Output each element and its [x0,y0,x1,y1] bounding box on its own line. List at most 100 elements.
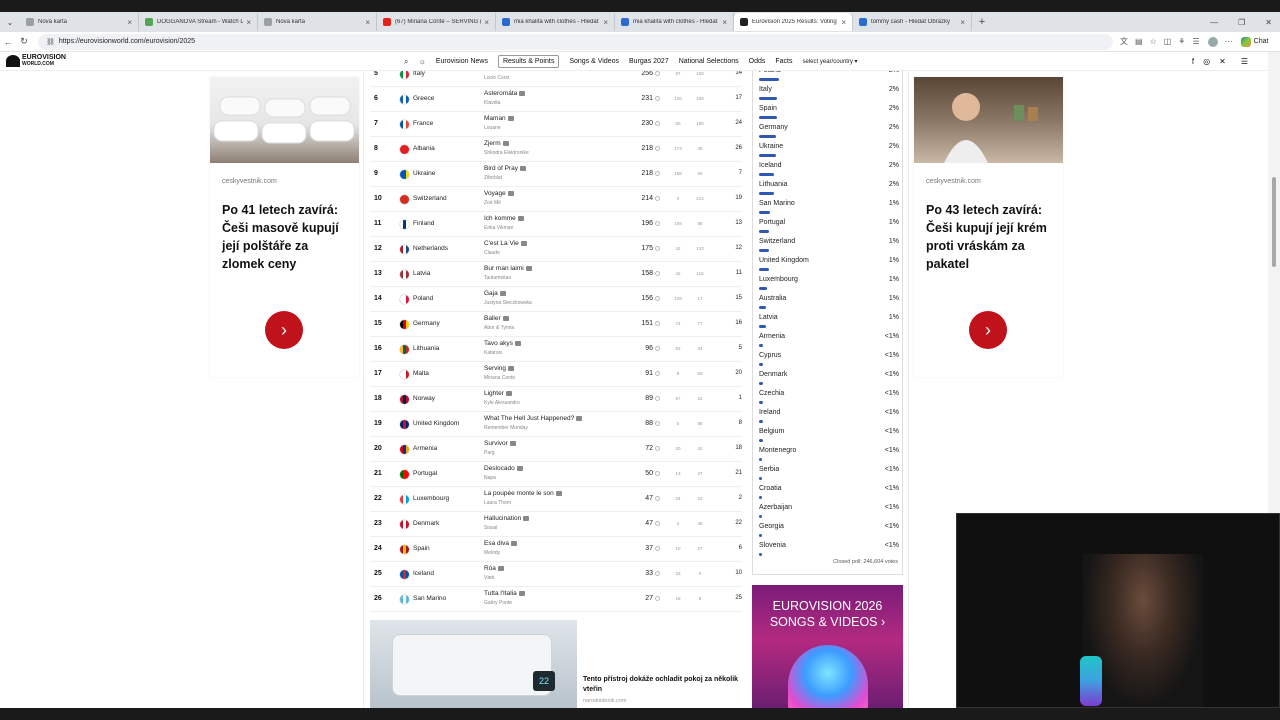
country-name[interactable]: Portugal [413,470,437,477]
country-name[interactable]: Greece [413,95,434,102]
tab-close-icon[interactable]: × [484,18,489,27]
minimize-icon[interactable]: — [1210,18,1218,27]
country-name[interactable]: Luxembourg [413,495,449,502]
ad-left[interactable]: ceskyvestnik.com Po 41 letech zavírá: Če… [210,77,359,377]
split-screen-icon[interactable]: ◫ [1164,37,1172,46]
points-info-icon[interactable] [655,96,660,101]
table-row[interactable]: 9 Ukraine Bird of Pray Ziferblat 218 158 60 7 [370,162,742,187]
table-row[interactable]: 16 Lithuania Tavo akys Katarsis 96 62 34 5 [370,337,742,362]
browser-tab[interactable]: tommy cash - Hledat Obrázky × [853,13,972,31]
points-info-icon[interactable] [655,396,660,401]
song-title[interactable]: Zjerm [484,140,509,147]
menu-item[interactable]: Songs & Videos [569,58,619,65]
video-icon[interactable] [518,590,525,596]
points-info-icon[interactable] [655,571,660,576]
country-name[interactable]: Armenia [413,445,437,452]
points-info-icon[interactable] [655,221,660,226]
tab-close-icon[interactable]: × [127,18,132,27]
songs-videos-promo[interactable]: EUROVISION 2026 SONGS & VIDEOS › [752,585,903,708]
song-title[interactable]: Esa diva [484,540,517,547]
table-row[interactable]: 19 United Kingdom What The Hell Just Happe… [370,412,742,437]
menu-item[interactable]: Burgas 2027 [629,58,669,65]
ad-right-headline[interactable]: Po 43 letech zavírá: Češi kupují její kr… [926,201,1051,273]
video-icon[interactable] [505,390,512,396]
points-info-icon[interactable] [655,146,660,151]
points-info-icon[interactable] [655,496,660,501]
scrollbar-thumb[interactable] [1272,177,1276,267]
video-icon[interactable] [507,190,514,196]
song-title[interactable]: Bur man laimi [484,265,532,272]
hamburger-menu-icon[interactable]: ☰ [1241,57,1248,66]
points-info-icon[interactable] [655,71,660,76]
points-info-icon[interactable] [655,471,660,476]
table-row[interactable]: 17 Malta Serving Miriana Conte 91 8 83 20 [370,362,742,387]
points-info-icon[interactable] [655,296,660,301]
country-name[interactable]: France [413,120,433,127]
instagram-icon[interactable]: ◎ [1203,57,1210,66]
browser-tab[interactable]: Eurovision 2025 Results: Voting & × [734,13,853,31]
translate-icon[interactable]: 文 [1120,36,1128,47]
table-row[interactable]: 18 Norway Lighter Kyle Alessandro 89 67 22 1 [370,387,742,412]
table-row[interactable]: 11 Finland Ich komme Erika Vikman 196 108 88 13 [370,212,742,237]
video-icon[interactable] [555,490,562,496]
video-icon[interactable] [502,315,509,321]
points-info-icon[interactable] [655,121,660,126]
close-window-icon[interactable]: ✕ [1265,18,1272,27]
reload-icon[interactable]: ↻ [16,36,32,47]
song-title[interactable]: Deslocado [484,465,523,472]
song-title[interactable]: Survivor [484,440,516,447]
table-row[interactable]: 5 Italy Volevo essere un duro Lucio Corsi 25… [370,71,742,87]
points-info-icon[interactable] [655,596,660,601]
song-title[interactable]: What The Hell Just Happened? [484,415,583,422]
tab-close-icon[interactable]: × [365,18,370,27]
table-row[interactable]: 12 Netherlands C'est La Vie Claude 175 42 133 1… [370,237,742,262]
copilot-chat-button[interactable]: Chat [1240,36,1268,47]
song-title[interactable]: Lighter [484,390,512,397]
song-title[interactable]: Volevo essere un duro [484,71,557,72]
promo2-line2[interactable]: SONGS & VIDEOS › [752,614,903,630]
country-name[interactable]: Ukraine [413,170,435,177]
ad-left-arrow-button[interactable]: › [265,311,303,349]
menu-item[interactable]: Odds [749,58,766,65]
video-icon[interactable] [519,165,526,171]
menu-item[interactable]: National Selections [679,58,739,65]
tab-close-icon[interactable]: × [841,18,846,27]
points-info-icon[interactable] [655,321,660,326]
profile-avatar[interactable] [1207,36,1218,47]
video-icon[interactable] [523,515,530,521]
back-icon[interactable]: ← [0,37,16,47]
browser-tab[interactable]: DOGGANOVA Stream - Watch Liv × [139,13,258,31]
tab-close-icon[interactable]: × [246,18,251,27]
table-row[interactable]: 26 San Marino Tutta l'Italia Gabry Ponte 27 1… [370,587,742,612]
table-row[interactable]: 14 Poland Gaja Justyna Steczkowska 156 139 17 1… [370,287,742,312]
ad-left-headline[interactable]: Po 41 letech zavírá: Češi masově kupují … [222,201,347,273]
points-info-icon[interactable] [655,546,660,551]
maximize-icon[interactable]: ❐ [1238,18,1245,27]
points-info-icon[interactable] [655,446,660,451]
site-logo[interactable]: EUROVISION WORLD.COM [6,54,66,67]
video-icon[interactable] [508,365,515,371]
song-title[interactable]: Serving [484,365,515,372]
table-row[interactable]: 25 Iceland Róa Væb 33 33 0 10 [370,562,742,587]
song-title[interactable]: Voyage [484,190,514,197]
video-icon[interactable] [519,90,526,96]
country-name[interactable]: Finland [413,220,434,227]
points-info-icon[interactable] [655,421,660,426]
song-title[interactable]: Tutta l'Italia [484,590,525,597]
country-name[interactable]: Malta [413,370,429,377]
song-title[interactable]: Róa [484,565,504,572]
song-title[interactable]: Asteromáta [484,90,526,97]
country-name[interactable]: Poland [413,295,433,302]
country-name[interactable]: Spain [413,545,430,552]
ad-right-arrow-button[interactable]: › [969,311,1007,349]
song-title[interactable]: La poupée monte le son [484,490,562,497]
browser-tab[interactable]: mia khalifa with clothes - Hledat O × [496,13,615,31]
video-icon[interactable] [525,265,532,271]
video-icon[interactable] [507,115,514,121]
favorite-star-icon[interactable]: ☆ [1150,37,1157,46]
video-icon[interactable] [520,240,527,246]
table-row[interactable]: 10 Switzerland Voyage Zoë Më 214 0 214 19 [370,187,742,212]
theme-toggle-icon[interactable]: ☼ [418,57,425,66]
points-info-icon[interactable] [655,271,660,276]
x-twitter-icon[interactable]: ✕ [1219,57,1226,66]
